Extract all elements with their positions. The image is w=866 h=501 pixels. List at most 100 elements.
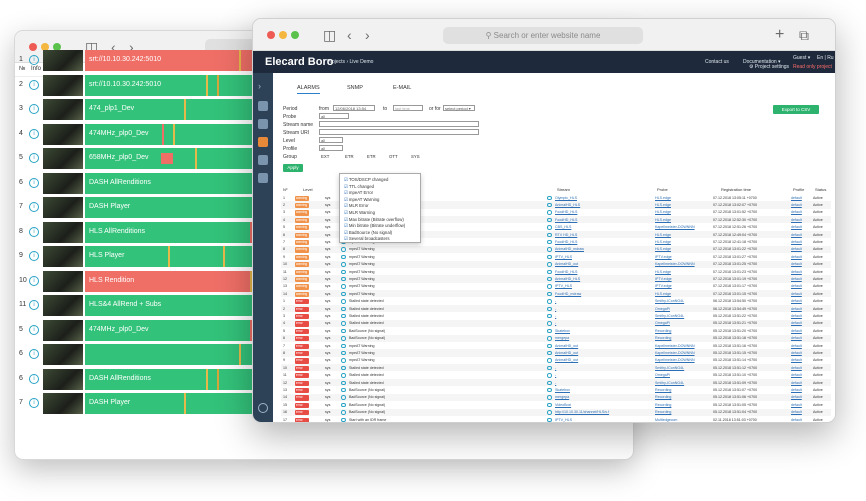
- cell-probe[interactable]: OmegaPi: [655, 321, 670, 325]
- stream-info-icon[interactable]: [547, 336, 552, 341]
- stream-thumbnail[interactable]: [43, 270, 83, 292]
- breadcrumb[interactable]: Projects › Live Demo: [327, 59, 373, 65]
- info-icon[interactable]: [341, 306, 346, 311]
- table-row[interactable]: 11 error sys Stalled state detected - OmegaPi…: [281, 372, 831, 379]
- table-row[interactable]: 15 error sys BadSource (No signal) VideoBoxi…: [281, 401, 831, 408]
- dropdown-option[interactable]: mpeAT Error: [344, 190, 373, 196]
- info-icon[interactable]: [341, 350, 346, 356]
- cell-probe[interactable]: HLS.edge: [655, 233, 671, 237]
- cell-stream[interactable]: AnimalHD_HLS: [555, 203, 580, 207]
- cell-profile[interactable]: default: [791, 403, 802, 407]
- stream-info-icon[interactable]: [547, 247, 552, 252]
- tab-snmp[interactable]: SNMP: [347, 85, 363, 91]
- cell-probe[interactable]: Recording: [655, 388, 671, 392]
- table-row[interactable]: 12 warning sys mpeAT Warning AnimalHD_HLS IPT…: [281, 275, 831, 283]
- info-icon[interactable]: [341, 358, 346, 363]
- cell-stream[interactable]: FoodHD_mdraw: [555, 292, 581, 296]
- info-icon[interactable]: [341, 291, 346, 297]
- table-row[interactable]: 14 warning sys mpeAT Warning FoodHD_mdraw HLS…: [281, 290, 831, 298]
- cell-stream[interactable]: AnimalHD_out: [555, 262, 578, 266]
- cell-stream[interactable]: Olympic_HLS: [555, 196, 577, 200]
- cell-probe[interactable]: Kapellmeister-DOWNNN: [655, 225, 695, 229]
- cell-probe[interactable]: IPTV.edge: [655, 284, 672, 288]
- stream-thumbnail[interactable]: [43, 148, 83, 169]
- table-row[interactable]: 16 error sys BadSource (No signal) http://10…: [281, 408, 831, 416]
- cell-profile[interactable]: default: [791, 366, 802, 370]
- apply-button[interactable]: Apply: [283, 164, 303, 172]
- alarm-icon[interactable]: [258, 137, 268, 147]
- info-icon[interactable]: i: [29, 300, 39, 310]
- period-select[interactable]: select period ▾: [443, 105, 475, 111]
- stream-info-icon[interactable]: [547, 254, 552, 260]
- stream-thumbnail[interactable]: [43, 344, 83, 365]
- stream-info-icon[interactable]: [547, 358, 552, 363]
- cell-stream[interactable]: FoodHD_HLS: [555, 210, 577, 214]
- info-icon[interactable]: i: [29, 128, 39, 139]
- stream-info-icon[interactable]: [547, 350, 552, 356]
- cell-stream[interactable]: http://10.10.30.11/channel/HLS/s.f: [555, 410, 609, 414]
- from-field[interactable]: 12/06/2018 13:54: [333, 105, 375, 111]
- cell-stream[interactable]: -: [555, 314, 556, 318]
- info-icon[interactable]: i: [29, 226, 39, 237]
- cell-stream[interactable]: -: [555, 381, 556, 385]
- stream-thumbnail[interactable]: [43, 368, 83, 390]
- table-row[interactable]: 1 error sys Stalled state detected - Smithy-I…: [281, 298, 831, 305]
- minimize-dot[interactable]: [279, 31, 287, 39]
- dropdown-option[interactable]: MLR Warning: [344, 210, 375, 216]
- cell-probe[interactable]: IPTV.edge: [655, 277, 672, 281]
- cell-profile[interactable]: default: [791, 373, 802, 377]
- stream-info-icon[interactable]: [547, 269, 552, 274]
- stream-info-icon[interactable]: [547, 239, 552, 245]
- cell-probe[interactable]: Recording: [655, 336, 671, 340]
- stream-thumbnail[interactable]: [43, 99, 83, 120]
- dropdown-option[interactable]: Max bitrate (Bitrate overflow): [344, 217, 404, 223]
- cell-profile[interactable]: default: [791, 218, 802, 222]
- cell-profile[interactable]: default: [791, 210, 802, 214]
- cell-profile[interactable]: default: [791, 410, 802, 414]
- expand-chevron-icon[interactable]: ›: [258, 81, 268, 91]
- cell-stream[interactable]: AnimalHD_out: [555, 351, 578, 355]
- cell-profile[interactable]: default: [791, 351, 802, 355]
- cell-stream[interactable]: IPTV_HLS: [555, 255, 572, 259]
- cell-stream[interactable]: -: [555, 321, 556, 325]
- cell-probe[interactable]: Recording: [655, 403, 671, 407]
- cell-stream[interactable]: -: [555, 373, 556, 377]
- stream-info-icon[interactable]: [547, 417, 552, 422]
- dropdown-option[interactable]: mpeAT Warning: [344, 197, 380, 203]
- cell-profile[interactable]: default: [791, 233, 802, 237]
- table-row[interactable]: 3 error sys Stalled state detected - Smithy-I…: [281, 312, 831, 320]
- stream-info-icon[interactable]: [547, 276, 552, 282]
- profile-select[interactable]: all: [319, 145, 343, 151]
- cell-profile[interactable]: default: [791, 358, 802, 362]
- cell-probe[interactable]: Recording: [655, 410, 671, 414]
- stream-thumbnail[interactable]: [43, 393, 83, 414]
- dropdown-option[interactable]: TOS/DSCP changed: [344, 177, 389, 183]
- close-dot[interactable]: [267, 31, 275, 39]
- stream-info-icon[interactable]: [547, 343, 552, 348]
- stream-info-icon[interactable]: [547, 217, 552, 223]
- cell-stream[interactable]: VideoBoxi: [555, 403, 571, 407]
- grid-icon[interactable]: [258, 101, 268, 111]
- cell-stream[interactable]: FoodHD_HLS: [555, 240, 577, 244]
- stream-info-icon[interactable]: [547, 299, 552, 304]
- cell-profile[interactable]: default: [791, 270, 802, 274]
- info-icon[interactable]: i: [29, 79, 39, 90]
- stream-info-icon[interactable]: [547, 328, 552, 334]
- info-icon[interactable]: i: [29, 373, 39, 384]
- dropdown-option[interactable]: Min bitrate (Bitrate underflow): [344, 223, 405, 229]
- brand-logo[interactable]: Elecard Boro: [265, 56, 333, 68]
- stream-info-icon[interactable]: [547, 410, 552, 415]
- back-arrow-icon[interactable]: ‹: [347, 26, 352, 44]
- group-etr[interactable]: ETR: [345, 154, 354, 159]
- stream-thumbnail[interactable]: [43, 50, 83, 71]
- table-row[interactable]: 5 error sys BadSource (No signal) Skatebox Re…: [281, 327, 831, 334]
- tab-email[interactable]: E-MAIL: [393, 85, 411, 91]
- stream-info-icon[interactable]: [547, 395, 552, 400]
- table-row[interactable]: 13 warning sys mpeAT Warning IPTV_HLS IPTV.ed…: [281, 283, 831, 290]
- project-settings-link[interactable]: ⚙ Project settings: [749, 64, 789, 70]
- cell-probe[interactable]: HLS.edge: [655, 247, 671, 251]
- zoom-dot[interactable]: [291, 31, 299, 39]
- info-icon[interactable]: i: [29, 398, 39, 408]
- info-icon[interactable]: [341, 276, 346, 282]
- info-icon[interactable]: i: [29, 177, 39, 188]
